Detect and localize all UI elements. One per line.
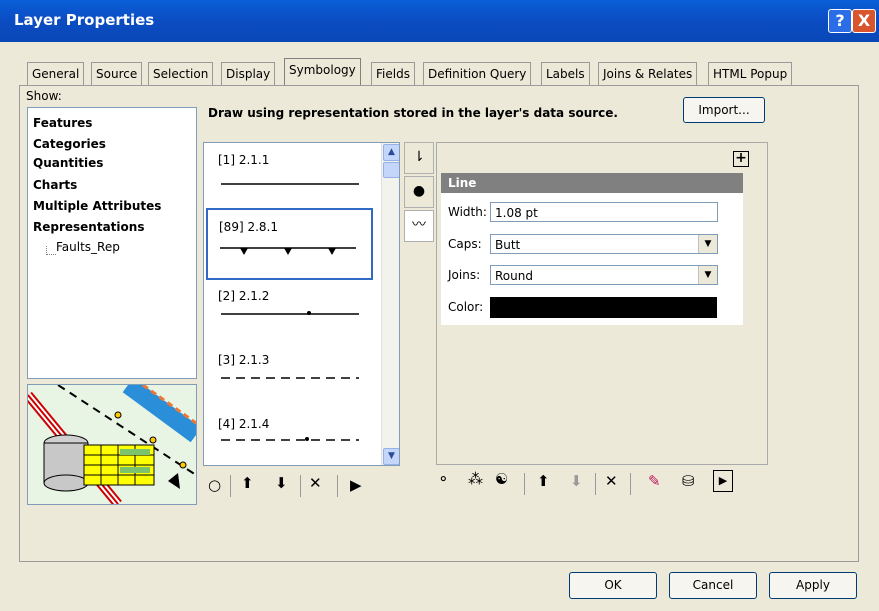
rule-item[interactable]: [3] 2.1.3: [207, 343, 370, 411]
rule-line-preview: [221, 183, 359, 185]
layer-effects-icon[interactable]: ⁂: [468, 470, 483, 488]
marker-tool-icon[interactable]: ●: [404, 176, 434, 208]
scroll-up-icon[interactable]: ▲: [383, 144, 399, 161]
database-icon[interactable]: ⛁: [682, 472, 695, 490]
caps-value: Butt: [495, 238, 521, 252]
tree-connector: [46, 246, 56, 255]
window-title: Layer Properties: [14, 11, 155, 29]
apply-button[interactable]: Apply: [769, 572, 857, 599]
layer-properties-dialog: Layer Properties ? X General Source Sele…: [0, 0, 879, 611]
rule-menu-arrow-icon[interactable]: ▶: [350, 476, 362, 494]
delete-layer-icon[interactable]: ✕: [605, 472, 618, 490]
title-bar[interactable]: Layer Properties ? X: [0, 0, 879, 42]
tab-general[interactable]: General: [27, 62, 85, 85]
import-button[interactable]: Import...: [683, 97, 765, 123]
show-item-features[interactable]: Features: [33, 116, 92, 130]
rule-label: [3] 2.1.3: [218, 353, 270, 367]
joins-select[interactable]: Round ▼: [490, 265, 718, 285]
scroll-down-icon[interactable]: ▼: [383, 448, 399, 465]
rule-label: [1] 2.1.1: [218, 153, 270, 167]
close-button[interactable]: X: [852, 9, 876, 33]
tab-joins-relates[interactable]: Joins & Relates: [598, 62, 698, 85]
line-properties-panel: + Line Width: 1.08 pt Caps: Butt ▼ Joins…: [436, 142, 768, 465]
line-properties-card: Line Width: 1.08 pt Caps: Butt ▼ Joins: …: [441, 173, 743, 325]
layer-up-icon[interactable]: ⬆: [537, 472, 550, 490]
tab-fields[interactable]: Fields: [371, 62, 415, 85]
toolbar-separator: [524, 473, 525, 495]
help-button[interactable]: ?: [828, 9, 852, 33]
width-field[interactable]: 1.08 pt: [490, 202, 718, 222]
rule-item[interactable]: [4] 2.1.4: [207, 407, 370, 465]
tab-display[interactable]: Display: [221, 62, 276, 85]
expand-plus-icon[interactable]: +: [733, 151, 749, 167]
line-tool-icon[interactable]: 〰: [404, 210, 434, 242]
show-label: Show:: [26, 89, 62, 103]
delete-rule-icon[interactable]: ✕: [309, 474, 322, 492]
toolbar-separator: [595, 473, 596, 495]
rule-line-preview: [221, 437, 359, 441]
representation-rules-list: [1] 2.1.1 [89] 2.8.1 [2] 2.1.2 [3] 2.1.3…: [203, 142, 400, 466]
show-item-multiple-attributes[interactable]: Multiple Attributes: [33, 199, 161, 213]
show-item-representations[interactable]: Representations: [33, 220, 144, 234]
rule-label: [89] 2.8.1: [219, 220, 278, 234]
joins-value: Round: [495, 269, 533, 283]
geometric-effects-tool-icon[interactable]: ⇂: [404, 142, 434, 174]
show-item-categories[interactable]: Categories: [33, 137, 106, 151]
move-up-icon[interactable]: ⬆: [241, 474, 254, 492]
tab-source[interactable]: Source: [91, 62, 143, 85]
caps-dropdown-icon[interactable]: ▼: [698, 235, 717, 253]
representation-description: Draw using representation stored in the …: [208, 106, 618, 120]
rule-item[interactable]: [1] 2.1.1: [207, 143, 370, 211]
show-item-faults-rep[interactable]: Faults_Rep: [56, 240, 120, 254]
caps-label: Caps:: [448, 237, 482, 251]
show-list: Features Categories Quantities Charts Mu…: [27, 107, 197, 379]
move-down-icon[interactable]: ⬇: [275, 474, 288, 492]
toolbar-separator: [630, 473, 631, 495]
rule-line-preview: [220, 247, 356, 255]
joins-dropdown-icon[interactable]: ▼: [698, 266, 717, 284]
tab-symbology[interactable]: Symbology: [284, 58, 361, 85]
map-preview-image: [28, 385, 196, 504]
layer-marker-icon[interactable]: ☯: [495, 470, 508, 488]
joins-label: Joins:: [448, 268, 481, 282]
color-swatch[interactable]: [490, 297, 717, 318]
rule-line-preview: [221, 311, 359, 315]
rule-item[interactable]: [2] 2.1.2: [207, 279, 370, 347]
rule-label: [4] 2.1.4: [218, 417, 270, 431]
add-layer-icon[interactable]: ⚬: [437, 470, 450, 488]
rule-line-preview: [221, 377, 359, 379]
add-rule-icon[interactable]: ○: [208, 476, 221, 494]
toolbar-separator: [337, 475, 338, 497]
paint-brush-icon[interactable]: ✎: [648, 472, 661, 490]
toolbar-separator: [230, 475, 231, 497]
rules-scrollbar[interactable]: ▲ ▼: [381, 143, 399, 465]
ok-button[interactable]: OK: [569, 572, 657, 599]
more-options-arrow-icon[interactable]: ▶: [713, 470, 733, 492]
show-item-charts[interactable]: Charts: [33, 178, 77, 192]
width-label: Width:: [448, 205, 487, 219]
cancel-button[interactable]: Cancel: [669, 572, 757, 599]
toolbar-separator: [300, 475, 301, 497]
caps-select[interactable]: Butt ▼: [490, 234, 718, 254]
show-item-quantities[interactable]: Quantities: [33, 156, 103, 170]
rule-label: [2] 2.1.2: [218, 289, 270, 303]
tab-html-popup[interactable]: HTML Popup: [708, 62, 793, 85]
scroll-thumb[interactable]: [383, 162, 399, 178]
tab-selection[interactable]: Selection: [148, 62, 214, 85]
color-label: Color:: [448, 300, 484, 314]
line-header: Line: [441, 173, 743, 193]
tab-labels[interactable]: Labels: [541, 62, 590, 85]
representation-preview: [27, 384, 197, 505]
layer-down-icon[interactable]: ⬇: [570, 472, 583, 490]
rule-item-selected[interactable]: [89] 2.8.1: [206, 208, 373, 280]
tab-definition-query[interactable]: Definition Query: [423, 62, 532, 85]
